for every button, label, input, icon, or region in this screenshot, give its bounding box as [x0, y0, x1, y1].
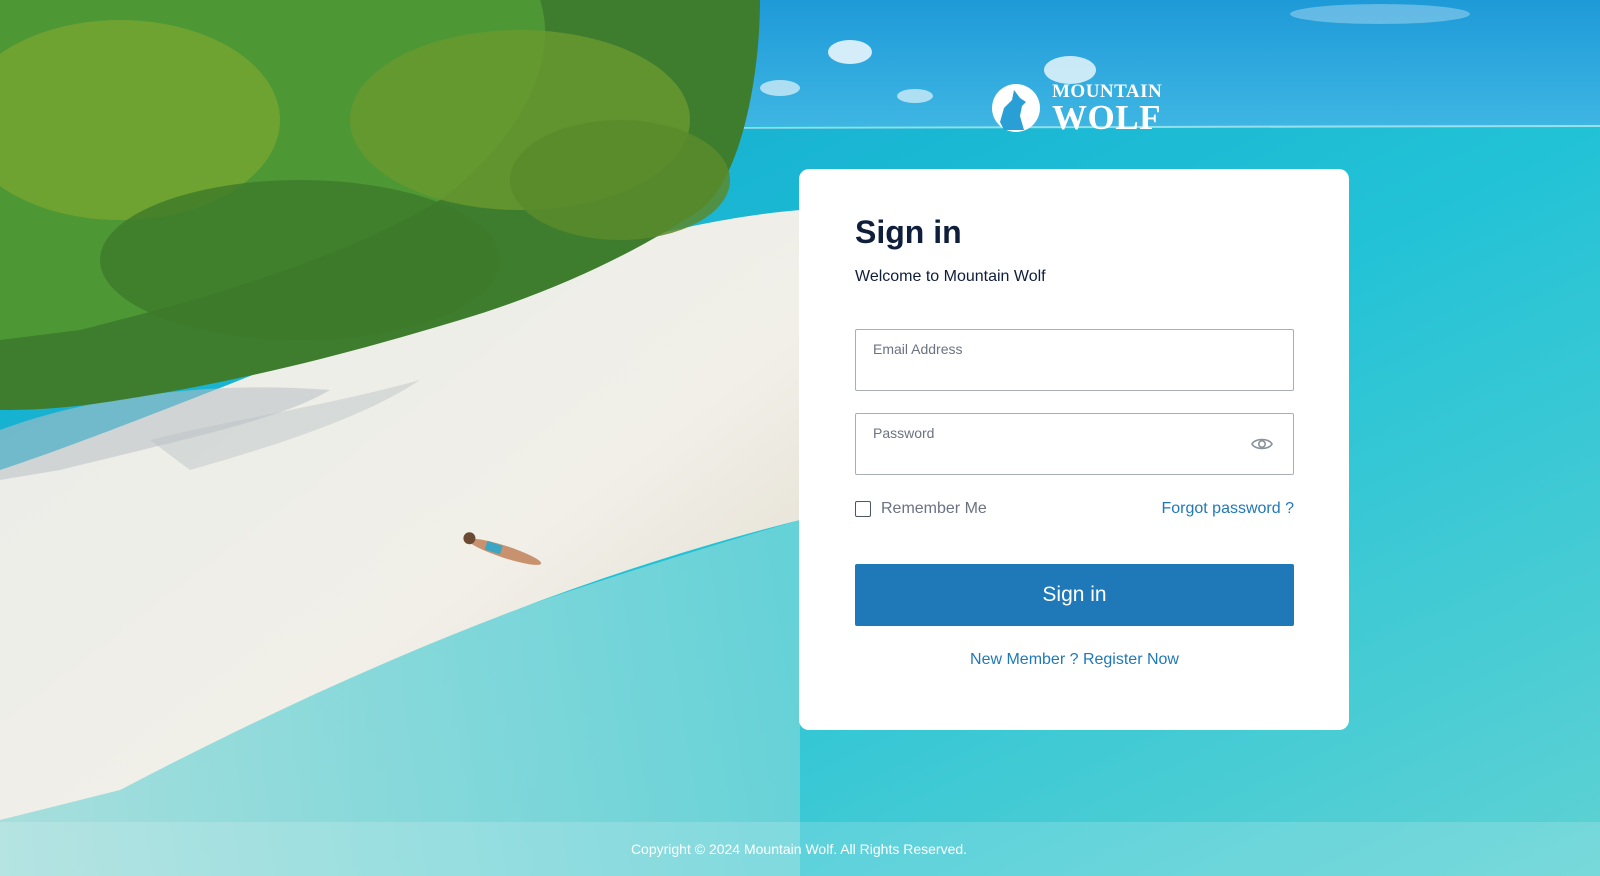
signin-button[interactable]: Sign in	[855, 564, 1294, 627]
brand-logo[interactable]: MOUNTAIN WOLF	[990, 80, 1170, 136]
footer: Copyright © 2024 Mountain Wolf. All Righ…	[0, 822, 1600, 876]
forgot-password-link[interactable]: Forgot password ?	[1161, 500, 1294, 518]
register-link[interactable]: New Member ? Register Now	[855, 651, 1294, 669]
password-label: Password	[873, 425, 935, 442]
brand-line2: WOLF	[1052, 97, 1161, 137]
password-input[interactable]	[872, 449, 1243, 469]
email-input[interactable]	[872, 365, 1243, 385]
wolf-howling-icon	[992, 84, 1040, 132]
email-field[interactable]: Email Address	[855, 329, 1294, 392]
email-label: Email Address	[873, 341, 963, 358]
remember-label: Remember Me	[881, 500, 987, 518]
copyright-text: Copyright © 2024 Mountain Wolf. All Righ…	[630, 841, 968, 857]
eye-icon[interactable]	[1251, 434, 1273, 454]
brand-wordmark: MOUNTAIN WOLF	[1052, 82, 1162, 135]
remember-checkbox[interactable]	[855, 501, 871, 518]
options-row: Remember Me Forgot password ?	[855, 500, 1294, 518]
remember-me[interactable]: Remember Me	[855, 500, 987, 518]
signin-card: Sign in Welcome to Mountain Wolf Email A…	[799, 169, 1349, 730]
page-title: Sign in	[855, 214, 962, 250]
password-field[interactable]: Password	[855, 413, 1294, 476]
welcome-text: Welcome to Mountain Wolf	[855, 268, 1046, 286]
